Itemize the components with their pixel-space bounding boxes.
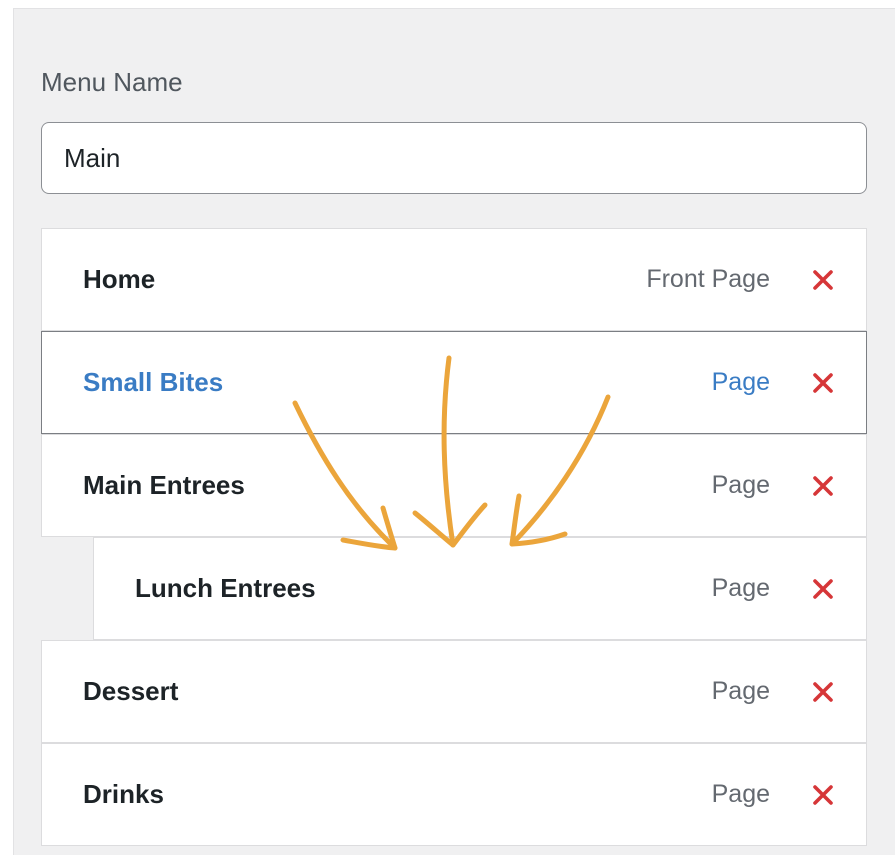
menu-item-type: Page	[711, 368, 770, 396]
menu-item-title: Home	[83, 264, 156, 294]
menu-item-main-entrees[interactable]: Main Entrees Page	[41, 434, 867, 537]
menu-item-lunch-entrees[interactable]: Lunch Entrees Page	[93, 537, 867, 640]
menu-item-small-bites[interactable]: Small Bites Page	[41, 331, 867, 434]
menu-item-type: Page	[711, 574, 770, 602]
menu-item-title: Main Entrees	[83, 470, 245, 500]
remove-icon[interactable]	[811, 474, 835, 498]
menu-item-type: Page	[711, 677, 770, 705]
menu-item-title: Small Bites	[83, 367, 224, 397]
menu-item-drinks[interactable]: Drinks Page	[41, 743, 867, 846]
menu-item-title: Dessert	[83, 676, 179, 706]
menu-item-dessert[interactable]: Dessert Page	[41, 640, 867, 743]
remove-icon[interactable]	[811, 680, 835, 704]
remove-icon[interactable]	[811, 783, 835, 807]
remove-icon[interactable]	[811, 268, 835, 292]
menu-item-title: Lunch Entrees	[135, 573, 316, 603]
remove-icon[interactable]	[811, 577, 835, 601]
menu-name-label: Menu Name	[41, 67, 183, 97]
menu-item-title: Drinks	[83, 779, 164, 809]
menu-item-type: Front Page	[646, 265, 770, 293]
menu-item-type: Page	[711, 471, 770, 499]
menu-name-input[interactable]	[41, 122, 867, 194]
menu-item-home[interactable]: Home Front Page	[41, 228, 867, 331]
menu-item-type: Page	[711, 780, 770, 808]
remove-icon[interactable]	[811, 371, 835, 395]
